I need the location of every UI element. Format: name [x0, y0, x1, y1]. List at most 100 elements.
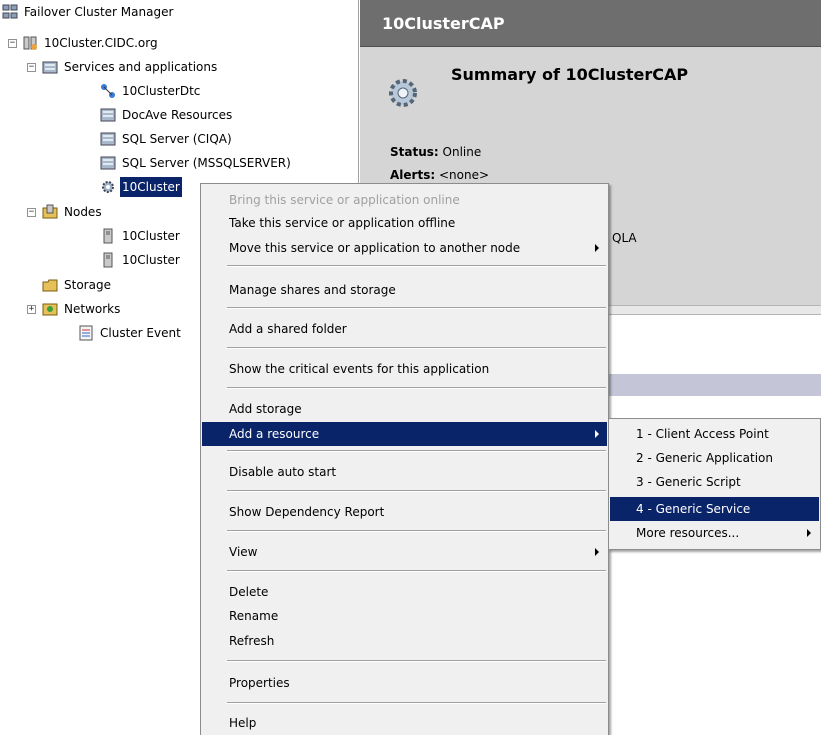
dtc-icon [101, 84, 115, 98]
collapse-icon[interactable]: − [27, 63, 36, 72]
menu-item-label: Disable auto start [229, 465, 337, 479]
menu-item-view[interactable]: View [202, 540, 607, 564]
details-header: 10ClusterCAP [360, 0, 821, 47]
menu-item-label: 2 - Generic Application [636, 451, 773, 465]
gear-icon [102, 181, 114, 193]
tree-item-label: Storage [64, 278, 111, 292]
menu-separator [227, 490, 606, 492]
menu-item-take-offline[interactable]: Take this service or application offline [202, 211, 607, 235]
menu-item-label: 3 - Generic Script [636, 475, 741, 489]
menu-item-label: Add storage [229, 402, 302, 416]
submenu-arrow-icon [807, 529, 811, 537]
menu-item-label: More resources... [636, 526, 740, 540]
storage-icon [42, 279, 58, 292]
summary-title: Summary of 10ClusterCAP [451, 65, 689, 84]
tree-item-label: 10Cluster [120, 177, 182, 197]
tree-item-label: 10Cluster.CIDC.org [44, 36, 158, 50]
details-header-title: 10ClusterCAP [382, 14, 505, 33]
tree-item-label: Networks [64, 302, 121, 316]
submenu-arrow-icon [595, 430, 599, 438]
menu-item-show-critical[interactable]: Show the critical events for this applic… [202, 357, 607, 381]
submenu-item-generic-script[interactable]: 3 - Generic Script [610, 470, 819, 494]
menu-item-label: 1 - Client Access Point [636, 427, 769, 441]
expand-icon[interactable]: + [27, 305, 36, 314]
tree-item-label: DocAve Resources [122, 108, 233, 122]
events-icon [79, 325, 93, 341]
menu-item-bring-online[interactable]: Bring this service or application online [202, 188, 607, 212]
tree-item-label: 10Cluster [122, 229, 180, 243]
menu-item-label: Bring this service or application online [229, 193, 460, 207]
submenu-item-client-access-point[interactable]: 1 - Client Access Point [610, 422, 819, 446]
menu-item-add-resource[interactable]: Add a resource [202, 422, 607, 446]
menu-separator [227, 660, 606, 662]
services-icon [42, 61, 58, 74]
tree-item-label: 10ClusterDtc [122, 84, 201, 98]
menu-separator [227, 347, 606, 349]
submenu-arrow-icon [595, 548, 599, 556]
menu-item-label: View [229, 545, 258, 559]
menu-item-label: Delete [229, 585, 269, 599]
server-app-icon [100, 108, 116, 122]
menu-separator [227, 307, 606, 309]
networks-icon [42, 303, 58, 316]
submenu-item-more-resources[interactable]: More resources... [610, 521, 819, 545]
submenu-arrow-icon [595, 244, 599, 252]
tree-item-label: Nodes [64, 205, 102, 219]
menu-item-refresh[interactable]: Refresh [202, 629, 607, 653]
server-app-icon [100, 156, 116, 170]
collapse-icon[interactable]: − [8, 39, 17, 48]
menu-item-add-storage[interactable]: Add storage [202, 397, 607, 421]
menu-item-add-shared-folder[interactable]: Add a shared folder [202, 317, 607, 341]
gear-icon [389, 79, 417, 107]
menu-item-rename[interactable]: Rename [202, 604, 607, 628]
menu-item-properties[interactable]: Properties [202, 671, 607, 695]
nodes-icon [42, 204, 58, 219]
alerts-value: <none> [438, 168, 490, 182]
tree-item-label: Cluster Event [100, 326, 181, 340]
alerts-label: Alerts: [390, 168, 436, 182]
menu-item-label: Add a shared folder [229, 322, 347, 336]
partial-text: QLA [612, 231, 637, 245]
submenu-item-generic-service[interactable]: 4 - Generic Service [610, 497, 819, 521]
server-icon [103, 228, 113, 244]
menu-item-disable-auto-start[interactable]: Disable auto start [202, 460, 607, 484]
tree-item-label: SQL Server (MSSQLSERVER) [122, 156, 291, 170]
tree-item-label: SQL Server (CIQA) [122, 132, 232, 146]
menu-separator [227, 387, 606, 389]
menu-item-label: Show Dependency Report [229, 505, 385, 519]
server-app-icon [100, 132, 116, 146]
menu-item-label: 4 - Generic Service [636, 502, 751, 516]
menu-item-show-dependency[interactable]: Show Dependency Report [202, 500, 607, 524]
menu-item-label: Take this service or application offline [229, 216, 456, 230]
menu-item-manage-shares[interactable]: Manage shares and storage [202, 278, 607, 302]
menu-item-help[interactable]: Help [202, 711, 607, 735]
menu-separator [227, 530, 606, 532]
menu-item-label: Show the critical events for this applic… [229, 362, 490, 376]
status-label: Status: [390, 145, 439, 159]
menu-separator [227, 570, 606, 572]
cluster-manager-icon [2, 4, 18, 19]
menu-separator [227, 450, 606, 452]
menu-item-label: Add a resource [229, 427, 320, 441]
menu-item-move[interactable]: Move this service or application to anot… [202, 236, 607, 260]
menu-item-label: Manage shares and storage [229, 283, 396, 297]
menu-separator [227, 702, 606, 704]
tree-item-label: 10Cluster [122, 253, 180, 267]
context-menu: Bring this service or application online… [200, 183, 609, 735]
tree-item-label: Services and applications [64, 60, 218, 74]
alerts-row: Alerts: <none> [390, 168, 489, 182]
cluster-icon [23, 36, 37, 50]
submenu-item-generic-application[interactable]: 2 - Generic Application [610, 446, 819, 470]
menu-item-delete[interactable]: Delete [202, 580, 607, 604]
collapse-icon[interactable]: − [27, 208, 36, 217]
status-row: Status: Online [390, 145, 481, 159]
server-icon [103, 252, 113, 268]
menu-item-label: Move this service or application to anot… [229, 241, 521, 255]
menu-item-label: Properties [229, 676, 290, 690]
menu-item-label: Help [229, 716, 257, 730]
status-value: Online [442, 145, 482, 159]
menu-item-label: Rename [229, 609, 279, 623]
tree-root-label: Failover Cluster Manager [24, 5, 174, 19]
menu-separator [227, 265, 606, 267]
menu-item-label: Refresh [229, 634, 275, 648]
